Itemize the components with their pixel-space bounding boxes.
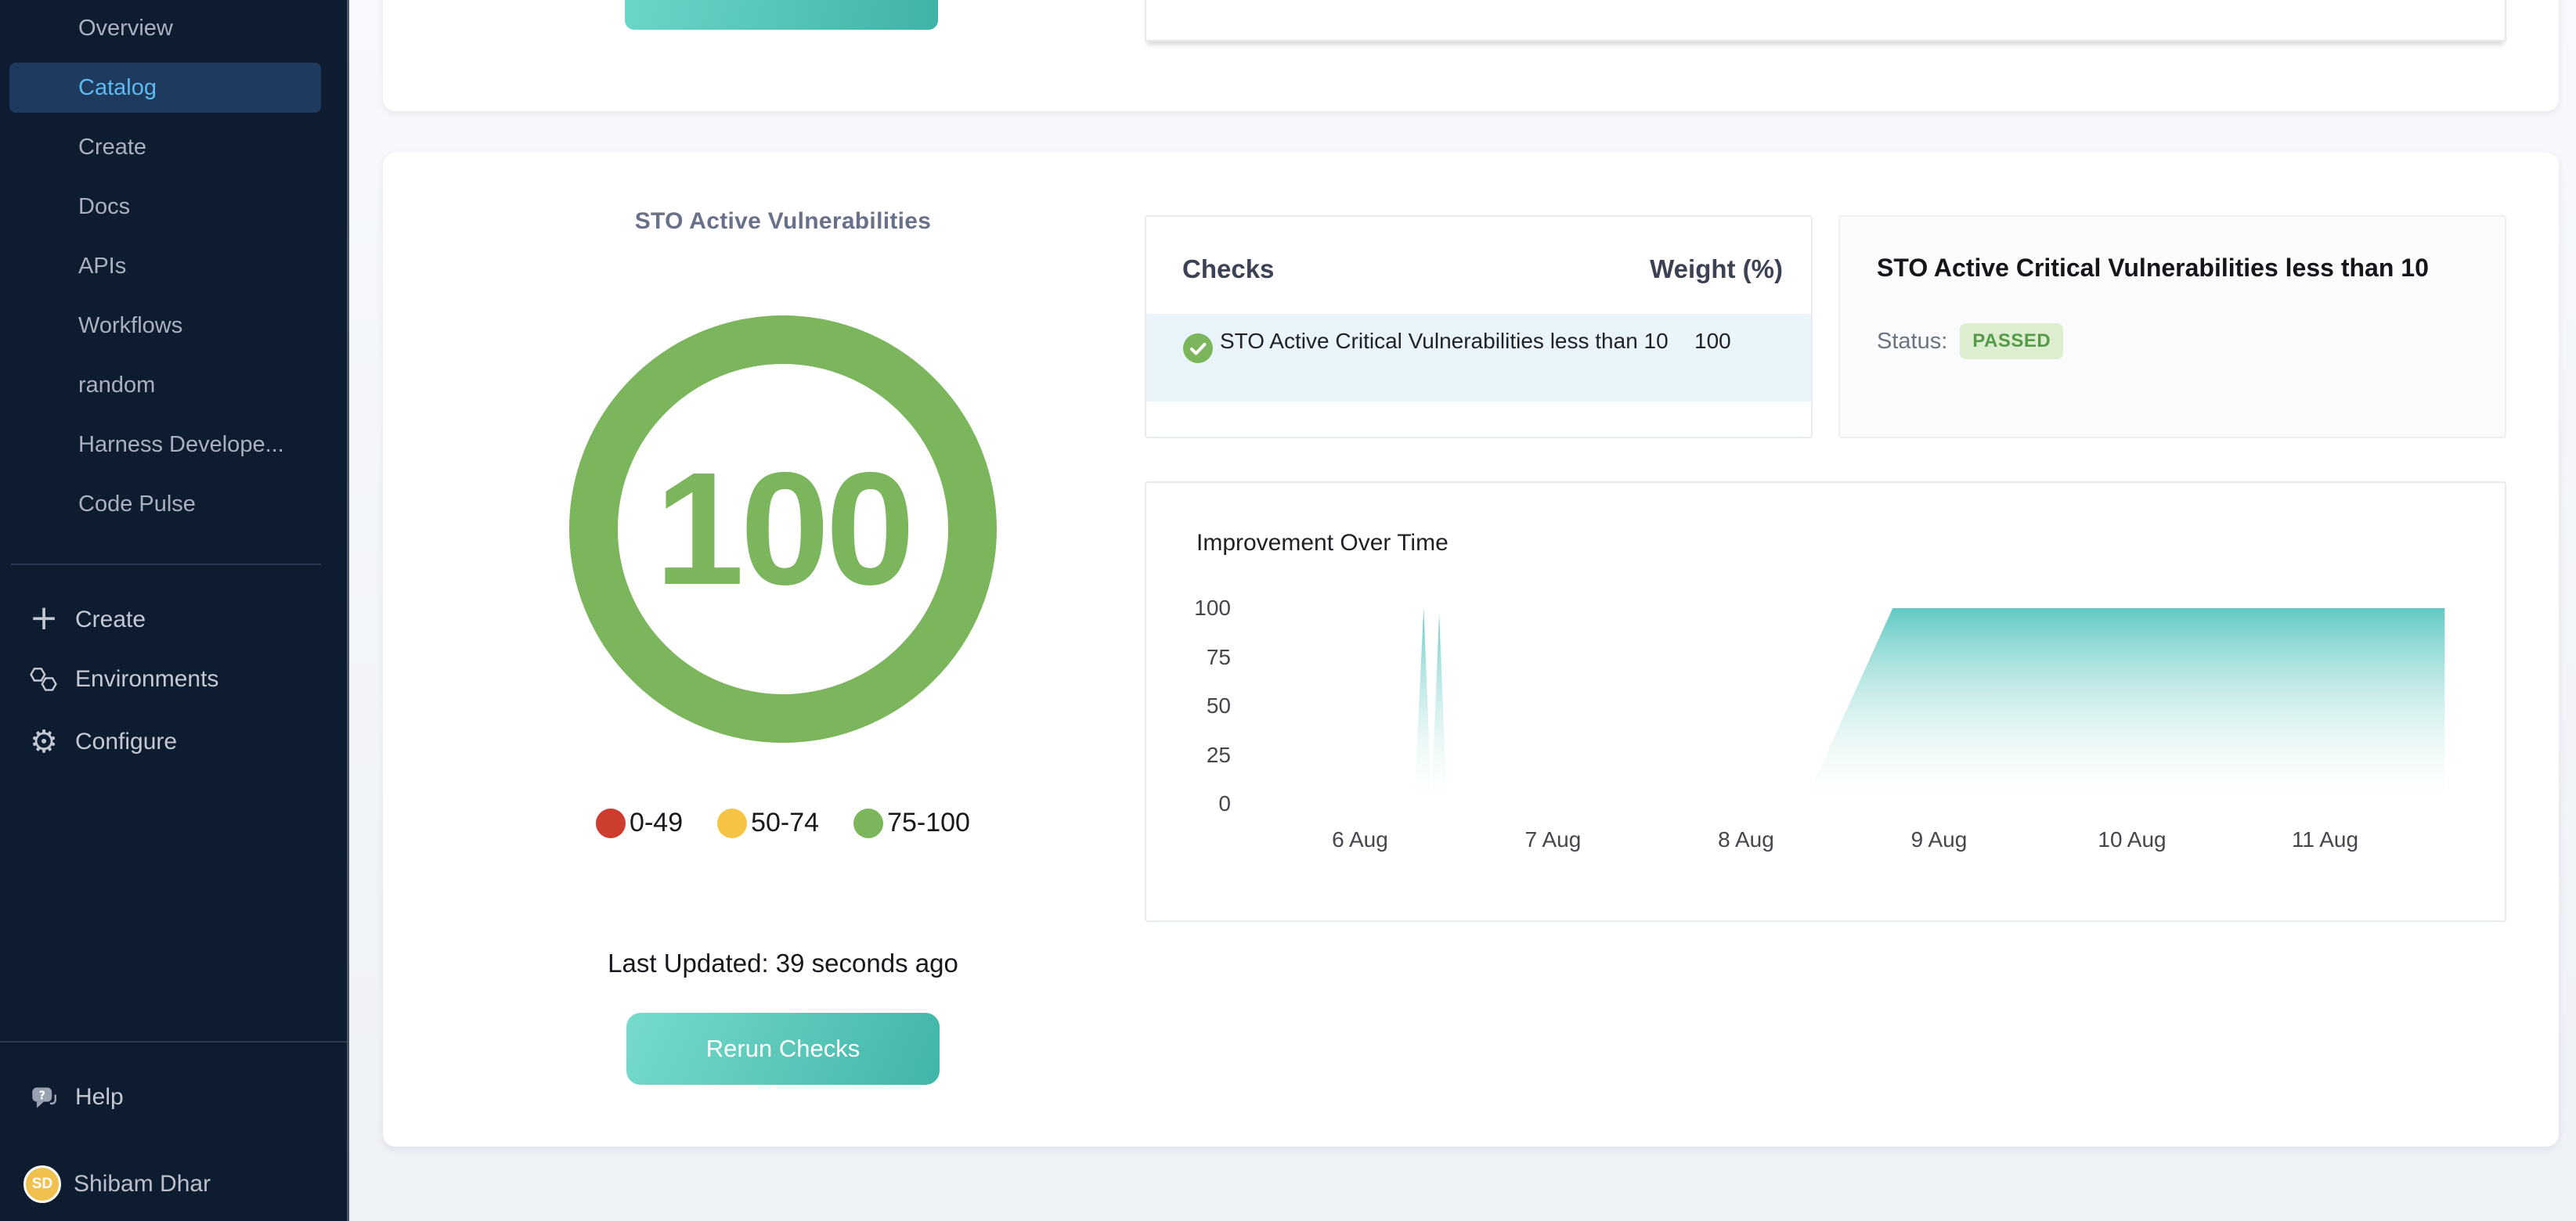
- x-tick-label: 10 Aug: [2069, 827, 2195, 852]
- check-row[interactable]: STO Active Critical Vulnerabilities less…: [1146, 314, 1811, 402]
- status-badge: PASSED: [1960, 323, 2063, 359]
- sidebar: Overview Catalog Create Docs APIs Workfl…: [0, 0, 349, 1221]
- y-tick-label: 25: [1153, 743, 1231, 768]
- scorecard-title: STO Active Vulnerabilities: [548, 208, 1018, 235]
- legend-item: 50-74: [717, 808, 819, 838]
- legend-dot-yellow: [717, 809, 747, 838]
- legend-dot-green: [853, 809, 883, 838]
- y-tick-label: 75: [1153, 645, 1231, 670]
- score-value: 100: [569, 315, 997, 743]
- legend-label: 50-74: [751, 808, 819, 838]
- sidebar-action-create[interactable]: + Create: [0, 590, 349, 650]
- legend-label: 0-49: [630, 808, 683, 838]
- gear-icon: ⚙: [28, 724, 60, 760]
- checks-panel: Checks Weight (%) STO Active Critical Vu…: [1145, 215, 1813, 438]
- x-tick-label: 11 Aug: [2263, 827, 2388, 852]
- sidebar-item-docs[interactable]: Docs: [0, 177, 349, 236]
- status-row: Status: PASSED: [1877, 323, 2063, 359]
- x-tick-label: 7 Aug: [1491, 827, 1616, 852]
- y-tick-label: 0: [1153, 791, 1231, 816]
- sidebar-action-label: Configure: [75, 729, 177, 755]
- sidebar-divider: [11, 564, 321, 565]
- check-passed-icon: [1183, 333, 1213, 367]
- sidebar-item-random[interactable]: random: [0, 355, 349, 415]
- legend-item: 0-49: [596, 808, 683, 838]
- x-tick-label: 9 Aug: [1877, 827, 2002, 852]
- sidebar-help-label: Help: [75, 1084, 124, 1111]
- rerun-checks-button-partial[interactable]: [625, 0, 938, 30]
- x-tick-label: 6 Aug: [1297, 827, 1423, 852]
- sidebar-item-harness-developer[interactable]: Harness Develope...: [0, 415, 349, 474]
- sidebar-item-overview[interactable]: Overview: [0, 0, 349, 58]
- svg-text:?: ?: [38, 1089, 45, 1102]
- chart-title: Improvement Over Time: [1196, 530, 1449, 556]
- sidebar-item-catalog[interactable]: Catalog: [9, 63, 321, 113]
- check-weight: 100: [1694, 325, 1731, 357]
- improvement-chart-panel: Improvement Over Time 100 75 50 25 0 6 Aug 7 …: [1145, 481, 2506, 922]
- help-chat-icon: ?: [28, 1085, 60, 1110]
- x-tick-label: 8 Aug: [1683, 827, 1809, 852]
- legend-label: 75-100: [887, 808, 970, 838]
- sidebar-action-configure[interactable]: ⚙ Configure: [0, 712, 349, 772]
- legend-item: 75-100: [853, 808, 970, 838]
- user-name: Shibam Dhar: [74, 1171, 211, 1198]
- score-legend: 0-49 50-74 75-100: [509, 808, 1057, 838]
- weight-column-header: Weight (%): [1579, 254, 1783, 284]
- check-details-panel: STO Active Critical Vulnerabilities less…: [1838, 215, 2506, 438]
- user-menu[interactable]: SD Shibam Dhar: [0, 1154, 349, 1215]
- environments-icon: [28, 667, 60, 693]
- scorecard-page: Overview Catalog Create Docs APIs Workfl…: [0, 0, 2576, 1221]
- improvement-area-chart: [1247, 608, 2499, 804]
- sidebar-help[interactable]: ? Help: [0, 1068, 349, 1127]
- check-name: STO Active Critical Vulnerabilities less…: [1220, 325, 1713, 357]
- checks-column-header: Checks: [1182, 254, 1274, 284]
- avatar: SD: [23, 1165, 61, 1203]
- y-tick-label: 100: [1153, 596, 1231, 621]
- legend-dot-red: [596, 809, 626, 838]
- sidebar-item-code-pulse[interactable]: Code Pulse: [0, 474, 349, 534]
- sidebar-divider: [0, 1041, 349, 1043]
- plus-icon: +: [28, 603, 60, 638]
- sidebar-action-label: Create: [75, 607, 146, 633]
- sidebar-item-create[interactable]: Create: [0, 117, 349, 177]
- sidebar-edge-divider: [347, 0, 349, 1221]
- last-updated-text: Last Updated: 39 seconds ago: [509, 949, 1057, 978]
- sidebar-item-apis[interactable]: APIs: [0, 236, 349, 296]
- y-tick-label: 50: [1153, 693, 1231, 719]
- status-label: Status:: [1877, 329, 1947, 355]
- sidebar-item-workflows[interactable]: Workflows: [0, 296, 349, 355]
- improvement-area: [1414, 608, 2444, 804]
- previous-card-panel-partial: [1145, 0, 2506, 41]
- check-details-title: STO Active Critical Vulnerabilities less…: [1877, 254, 2488, 283]
- sidebar-action-environments[interactable]: Environments: [0, 650, 349, 709]
- sidebar-action-label: Environments: [75, 666, 218, 693]
- rerun-checks-button[interactable]: Rerun Checks: [626, 1013, 940, 1085]
